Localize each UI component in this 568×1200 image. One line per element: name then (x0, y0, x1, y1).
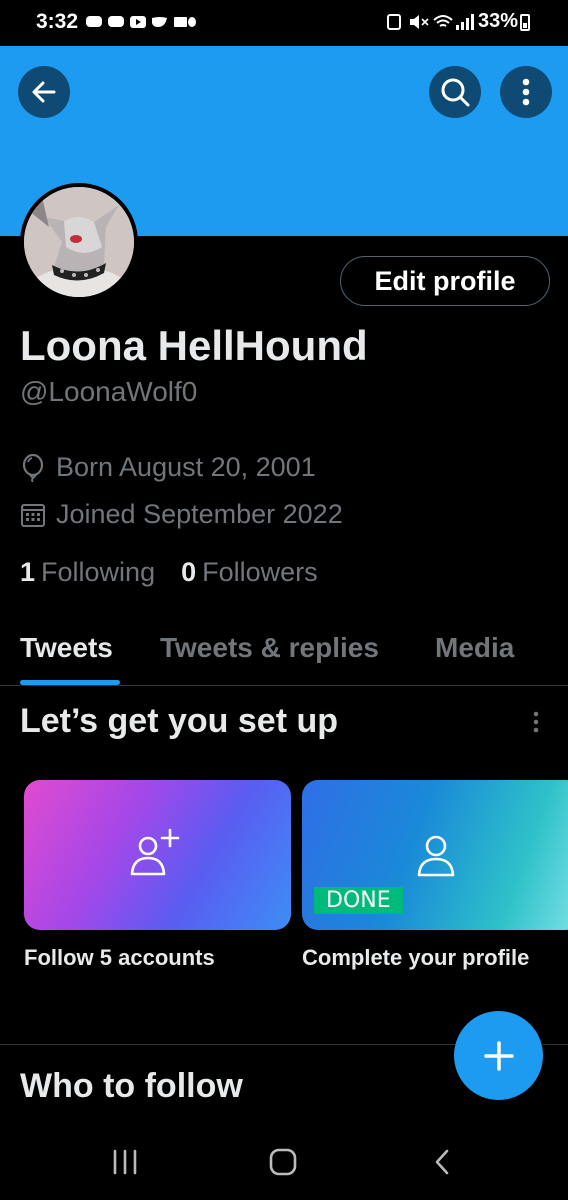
search-icon (441, 78, 470, 107)
joined-text: Joined September 2022 (56, 499, 343, 529)
avatar-image (24, 187, 134, 297)
follow-accounts-label: Follow 5 accounts (24, 945, 215, 970)
system-status-icons (387, 14, 474, 30)
system-back-button[interactable] (432, 1148, 452, 1181)
plus-icon (483, 1040, 514, 1071)
done-badge: DONE (314, 887, 403, 914)
following-count: 1 (20, 557, 36, 587)
recent-apps-button[interactable] (112, 1148, 138, 1181)
birthday-row: Born August 20, 2001 (20, 452, 316, 483)
following-link[interactable]: 1 Following (20, 557, 155, 588)
user-icon (416, 832, 456, 878)
notification-icons (86, 12, 196, 37)
followers-count: 0 (181, 557, 197, 587)
add-user-icon (130, 828, 182, 878)
more-vertical-icon (522, 78, 530, 106)
edit-profile-button[interactable]: Edit profile (340, 256, 550, 306)
more-options-button[interactable] (500, 66, 552, 118)
recent-apps-icon (113, 1149, 137, 1175)
followers-label: Followers (202, 557, 318, 587)
status-time: 3:32 (36, 10, 79, 33)
search-button[interactable] (429, 66, 481, 118)
tab-media[interactable]: Media (435, 632, 514, 664)
complete-profile-card[interactable]: DONE (302, 780, 568, 930)
calendar-icon (21, 503, 45, 527)
system-icons (386, 12, 476, 37)
more-vertical-icon (533, 711, 539, 733)
home-button[interactable] (269, 1148, 297, 1181)
profile-handle: @LoonaWolf0 (20, 376, 198, 407)
battery-icon (520, 14, 530, 31)
back-icon (435, 1149, 449, 1175)
compose-tweet-button[interactable] (454, 1011, 543, 1100)
setup-title: Let’s get you set up (20, 702, 339, 740)
system-nav-bar (0, 1124, 568, 1200)
follow-stats: 1 Following 0 Followers (20, 557, 318, 588)
balloon-icon (22, 453, 44, 482)
tab-tweets-replies[interactable]: Tweets & replies (160, 632, 379, 664)
battery-level: 33% (478, 10, 519, 32)
follow-accounts-card[interactable] (24, 780, 291, 930)
following-label: Following (41, 557, 156, 587)
setup-more-button[interactable] (528, 710, 544, 736)
complete-profile-label: Complete your profile (302, 945, 530, 970)
profile-name: Loona HellHound (20, 322, 368, 369)
arrow-left-icon (32, 81, 56, 103)
joined-row: Joined September 2022 (20, 499, 343, 530)
avatar[interactable] (20, 183, 138, 301)
app-notification-icons (86, 16, 196, 28)
back-button[interactable] (18, 66, 70, 118)
tab-tweets[interactable]: Tweets (20, 632, 113, 664)
who-to-follow-title: Who to follow (20, 1067, 243, 1105)
profile-tabs: Tweets Tweets & replies Media (0, 620, 568, 686)
active-tab-indicator (20, 680, 120, 685)
birthday-text: Born August 20, 2001 (56, 452, 316, 482)
followers-link[interactable]: 0 Followers (181, 557, 318, 588)
profile-picture (24, 187, 134, 297)
home-icon (269, 1148, 297, 1176)
status-bar: 3:32 33% (0, 0, 568, 46)
